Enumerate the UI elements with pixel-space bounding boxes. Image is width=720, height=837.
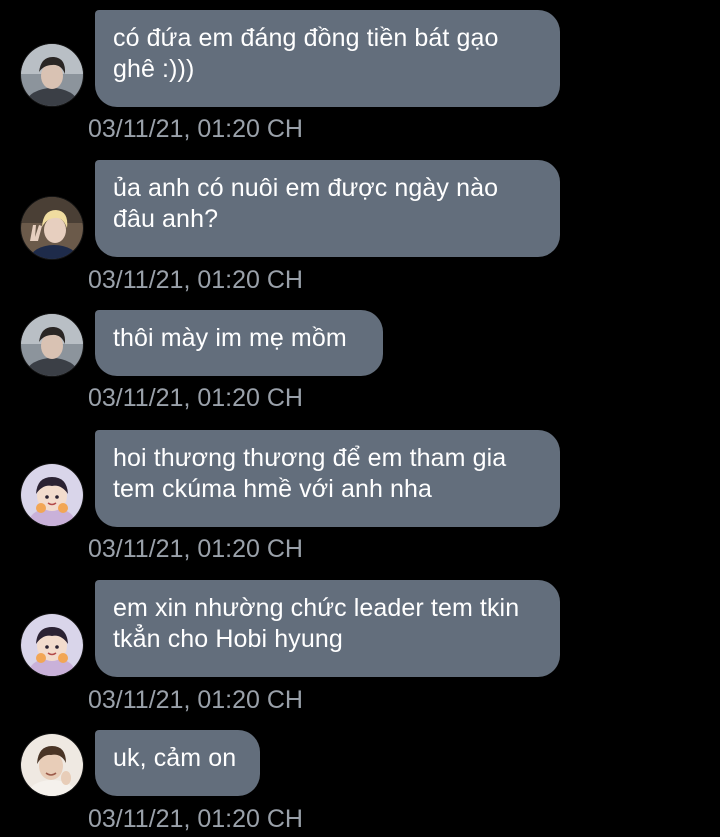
message-text-line: ủa anh có nuôi em được ngày nào <box>113 174 499 202</box>
message-timestamp: 03/11/21, 01:20 CH <box>88 805 303 833</box>
smiling-boy-avatar-icon[interactable] <box>21 734 83 796</box>
message-bubble[interactable]: có đứa em đáng đồng tiền bát gạo ghê :))… <box>95 10 560 107</box>
message-text-line: ghê :))) <box>113 55 195 83</box>
message-text-line: tem ckúma hmề với anh nha <box>113 475 433 503</box>
message-timestamp: 03/11/21, 01:20 CH <box>88 115 303 143</box>
message-text-line: thôi mày im mẹ mồm <box>113 324 347 352</box>
cartoon-boy-avatar-icon[interactable] <box>21 464 83 526</box>
dark-haired-boy-avatar-icon[interactable] <box>21 314 83 376</box>
blonde-peace-sign-avatar-icon[interactable] <box>21 197 83 259</box>
chat-message-list[interactable]: có đứa em đáng đồng tiền bát gạo ghê :))… <box>0 0 720 837</box>
message-timestamp: 03/11/21, 01:20 CH <box>88 535 303 563</box>
message-text-line: tkẳn cho Hobi hyung <box>113 625 343 653</box>
message-bubble[interactable]: ủa anh có nuôi em được ngày nào đâu anh? <box>95 160 560 257</box>
message-text-line: em xin nhường chức leader tem tkin <box>113 594 520 622</box>
message-timestamp: 03/11/21, 01:20 CH <box>88 384 303 412</box>
dark-haired-boy-avatar-icon[interactable] <box>21 44 83 106</box>
message-text-line: đâu anh? <box>113 205 219 233</box>
message-text-line: có đứa em đáng đồng tiền bát gạo <box>113 24 499 52</box>
message-bubble[interactable]: em xin nhường chức leader tem tkin tkẳn … <box>95 580 560 677</box>
message-timestamp: 03/11/21, 01:20 CH <box>88 686 303 714</box>
message-text-line: hoi thương thương để em tham gia <box>113 444 507 472</box>
message-text-line: uk, cảm on <box>113 744 237 772</box>
message-bubble[interactable]: uk, cảm on <box>95 730 260 796</box>
message-bubble[interactable]: thôi mày im mẹ mồm <box>95 310 383 376</box>
message-timestamp: 03/11/21, 01:20 CH <box>88 266 303 294</box>
message-bubble[interactable]: hoi thương thương để em tham gia tem ckú… <box>95 430 560 527</box>
cartoon-boy-avatar-icon[interactable] <box>21 614 83 676</box>
